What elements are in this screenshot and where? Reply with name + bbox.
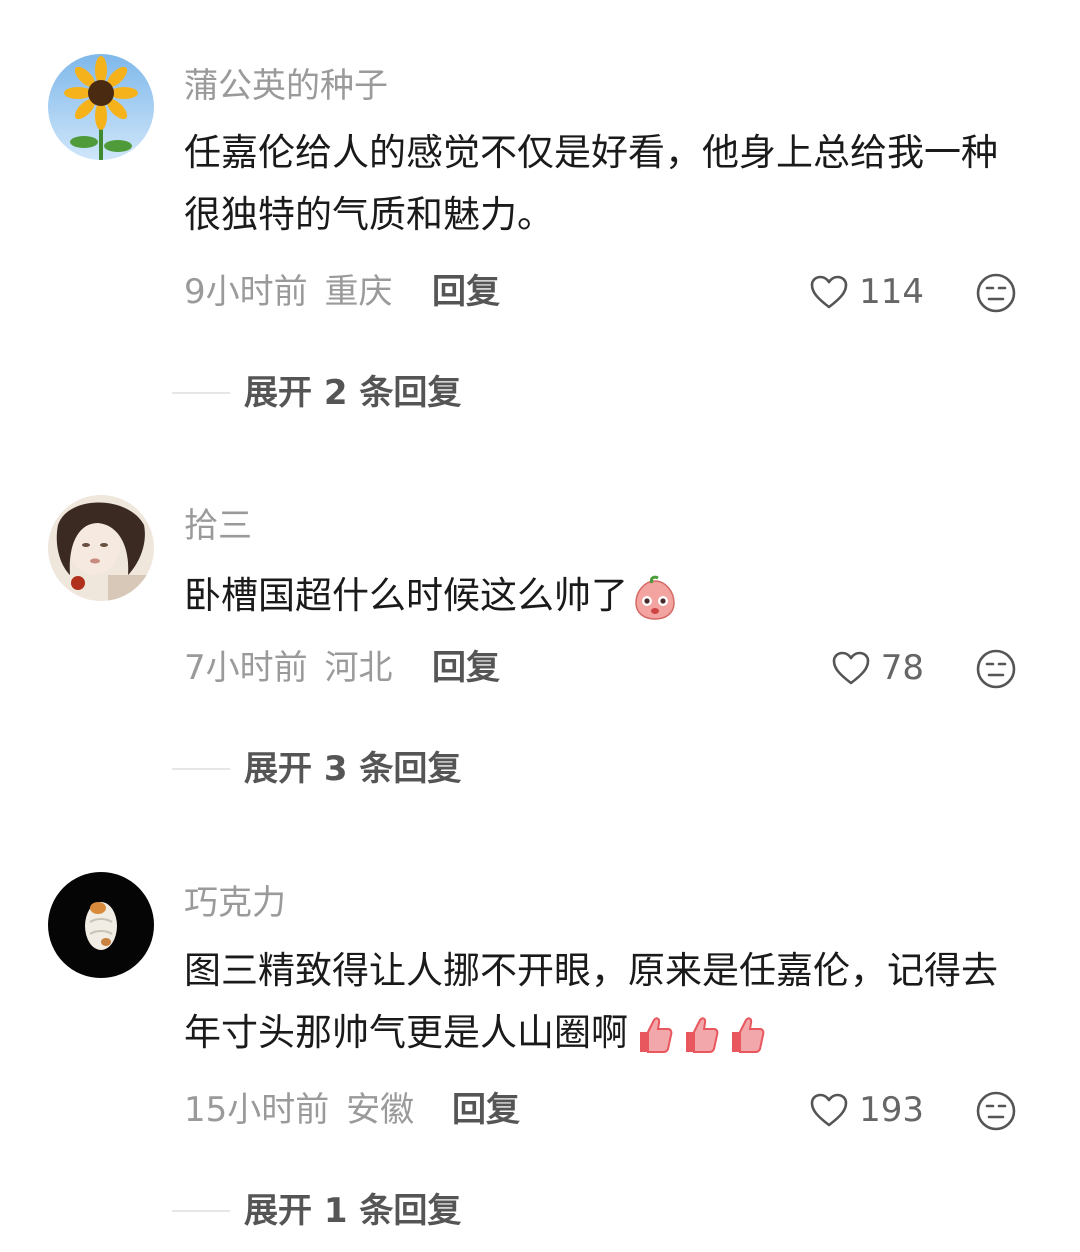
neutral-face-icon[interactable]: [975, 1090, 1017, 1132]
reply-button[interactable]: 回复: [452, 1090, 520, 1130]
comment-time: 15小时前: [184, 1090, 330, 1130]
comment-time: 7小时前: [184, 648, 308, 688]
expand-replies-button[interactable]: 展开 2 条回复: [172, 373, 461, 413]
neutral-face-icon[interactable]: [975, 272, 1017, 314]
reply-button[interactable]: 回复: [432, 272, 500, 312]
comment-text: 图三精致得让人挪不开眼，原来是任嘉伦，记得去年寸头那帅气更是人山圈啊: [184, 940, 1034, 1064]
girl-avatar-icon: [48, 495, 154, 601]
comment-text-content: 卧槽国超什么时候这么帅了: [184, 574, 628, 617]
divider: [172, 1210, 230, 1212]
like-count: 193: [859, 1090, 924, 1130]
heart-outline-icon: [810, 1093, 848, 1127]
emoji-group: [628, 1011, 766, 1054]
comment-text: 任嘉伦给人的感觉不仅是好看，他身上总给我一种很独特的气质和魅力。: [184, 131, 998, 236]
avatar[interactable]: [48, 54, 154, 160]
username[interactable]: 拾三: [184, 506, 252, 546]
expand-replies-label: 展开 2 条回复: [244, 373, 462, 413]
avatar[interactable]: [48, 872, 154, 978]
reply-button[interactable]: 回复: [432, 648, 500, 688]
comment-meta: 15小时前 安徽: [184, 1090, 414, 1130]
like-button[interactable]: 193: [809, 1090, 924, 1130]
divider: [172, 768, 230, 770]
comment-location: 安徽: [346, 1090, 415, 1130]
heart-outline-icon: [832, 651, 870, 685]
comment-meta: 9小时前 重庆: [184, 272, 392, 312]
username[interactable]: 巧克力: [184, 883, 286, 923]
neutral-face-icon[interactable]: [975, 648, 1017, 690]
thumbs-up-emoji: [640, 1016, 673, 1053]
comment-text: 卧槽国超什么时候这么帅了: [184, 565, 1034, 627]
thumbs-up-emoji: [686, 1016, 719, 1053]
comment-meta: 7小时前 河北: [184, 648, 392, 688]
comment-time: 9小时前: [184, 272, 308, 312]
like-count: 114: [859, 272, 924, 312]
username[interactable]: 蒲公英的种子: [184, 66, 388, 106]
figure-dark-avatar-icon: [48, 872, 154, 978]
comment-location: 河北: [324, 648, 393, 688]
expand-replies-button[interactable]: 展开 3 条回复: [172, 749, 461, 789]
avatar[interactable]: [48, 495, 154, 601]
thumbs-up-emoji: [732, 1016, 765, 1053]
like-button[interactable]: 114: [809, 272, 924, 312]
expand-replies-button[interactable]: 展开 1 条回复: [172, 1191, 461, 1231]
peach-shy-emoji: [635, 575, 675, 620]
heart-outline-icon: [810, 275, 848, 309]
like-count: 78: [880, 648, 924, 688]
comment-location: 重庆: [324, 272, 393, 312]
expand-replies-label: 展开 1 条回复: [244, 1191, 462, 1231]
divider: [172, 392, 230, 394]
expand-replies-label: 展开 3 条回复: [244, 749, 462, 789]
comment-text-content: 图三精致得让人挪不开眼，原来是任嘉伦，记得去年寸头那帅气更是人山圈啊: [184, 949, 998, 1054]
sunflower-avatar-icon: [48, 54, 154, 160]
like-button[interactable]: 78: [831, 648, 924, 688]
